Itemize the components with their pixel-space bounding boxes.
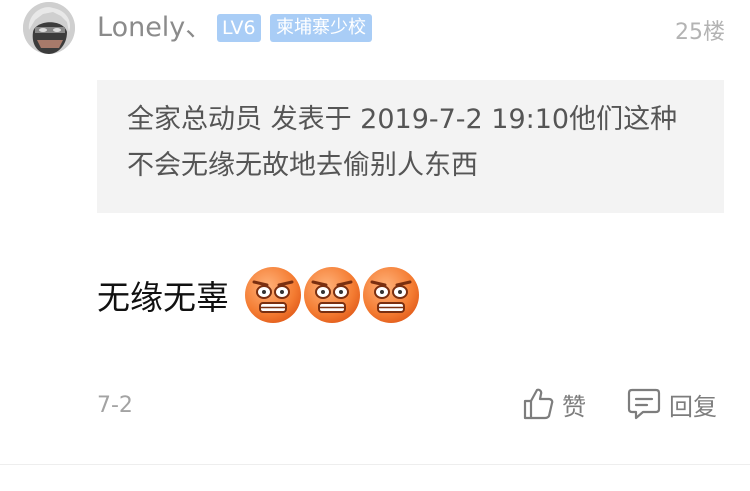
scared-face-emoji <box>304 267 360 323</box>
comment-bubble-icon <box>627 387 661 421</box>
comment-content: 无缘无辜 <box>97 262 420 328</box>
like-button[interactable]: 赞 <box>522 384 586 424</box>
scared-face-emoji <box>245 267 301 323</box>
level-badge: LV6 <box>217 14 261 42</box>
like-label: 赞 <box>562 392 586 421</box>
post-date: 7-2 <box>97 393 133 418</box>
reply-label: 回复 <box>669 392 717 421</box>
comment-text: 无缘无辜 <box>97 278 229 317</box>
scared-face-emoji <box>363 267 419 323</box>
username[interactable]: Lonely、 <box>97 11 212 45</box>
reply-button[interactable]: 回复 <box>627 384 717 424</box>
avatar[interactable] <box>23 2 75 54</box>
divider <box>0 464 750 465</box>
thumbs-up-icon <box>522 387 554 421</box>
quoted-post[interactable]: 全家总动员 发表于 2019-7-2 19:10他们这种不会无缘无故地去偷别人东… <box>97 80 724 213</box>
quoted-text: 全家总动员 发表于 2019-7-2 19:10他们这种不会无缘无故地去偷别人东… <box>127 104 678 181</box>
group-badge: 柬埔寨少校 <box>270 14 372 42</box>
floor-number: 25楼 <box>675 20 725 45</box>
comment-post: Lonely、 LV6 柬埔寨少校 25楼 全家总动员 发表于 2019-7-2… <box>0 0 750 491</box>
